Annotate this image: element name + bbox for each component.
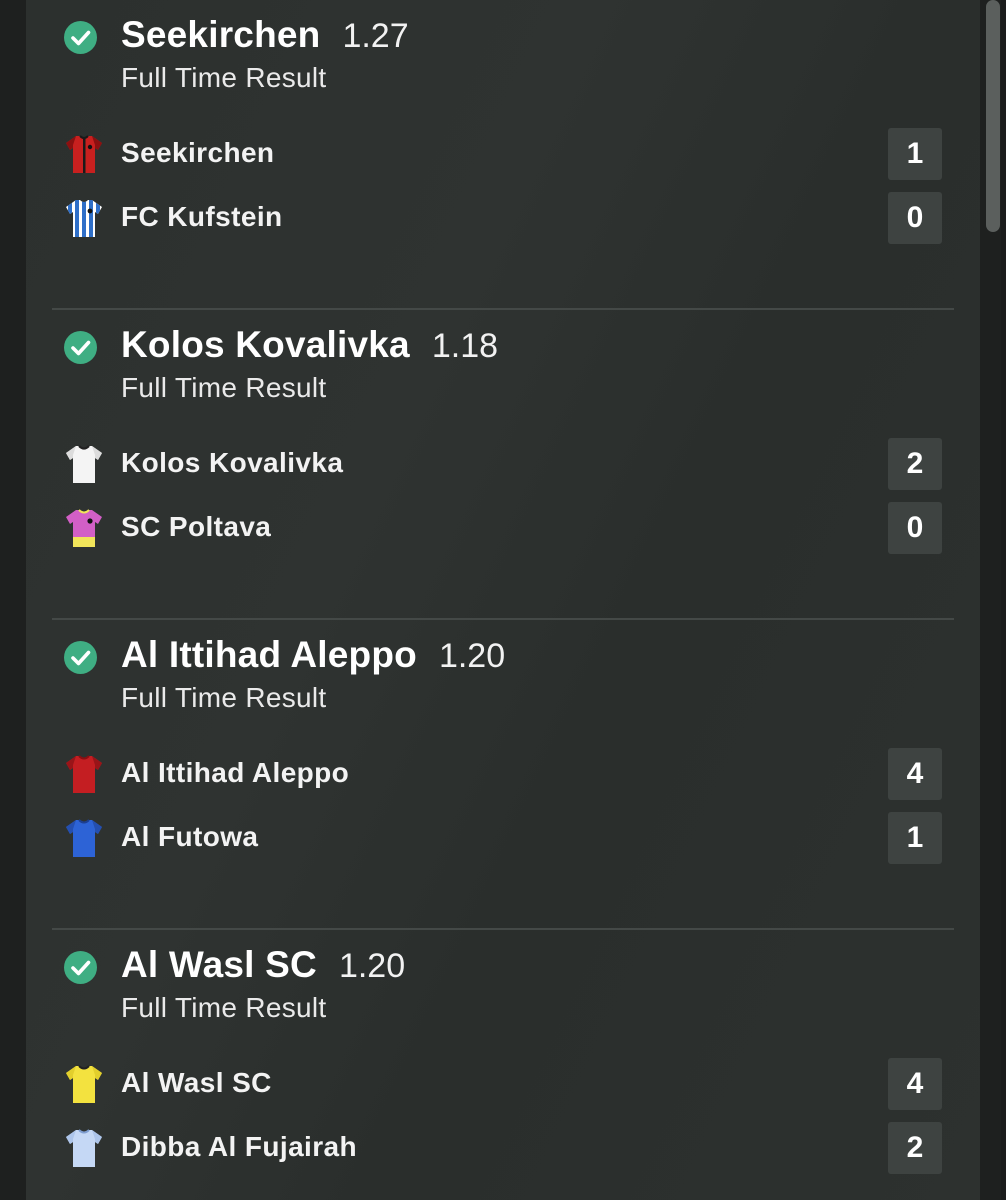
market-name: Full Time Result: [121, 682, 327, 713]
bet-card[interactable]: Al Wasl SC 1.20 Full Time Result Al Wasl …: [26, 930, 980, 1200]
pink-yellow-jersey-icon: [66, 509, 102, 547]
team-row-home: Seekirchen 1: [26, 128, 980, 180]
bet-card[interactable]: Al Ittihad Aleppo 1.20 Full Time Result A…: [26, 620, 980, 930]
scroll-track: [1001, 0, 1006, 1200]
red-jersey-icon: [66, 755, 102, 793]
team-row-away: SC Poltava 0: [26, 502, 980, 554]
selection-line: Kolos Kovalivka 1.18: [121, 324, 498, 366]
bet-card[interactable]: Seekirchen 1.27 Full Time Result Seekirch…: [26, 0, 980, 310]
selection-odds: 1.20: [338, 947, 406, 985]
team-name: Al Ittihad Aleppo: [121, 757, 350, 788]
red-black-jersey-icon: [66, 135, 102, 173]
selection-line: Al Ittihad Aleppo 1.20: [121, 634, 505, 676]
selection-name: Seekirchen: [121, 14, 321, 55]
selection-line: Al Wasl SC 1.20: [121, 944, 405, 986]
team-name: SC Poltava: [121, 511, 272, 542]
market-name: Full Time Result: [121, 62, 327, 93]
blue-jersey-icon: [66, 819, 102, 857]
check-circle-icon: [64, 641, 97, 674]
selection-odds: 1.18: [431, 327, 499, 365]
score-box: 1: [888, 812, 942, 864]
market-name: Full Time Result: [121, 372, 327, 403]
bet-history-page: Seekirchen 1.27 Full Time Result Seekirch…: [0, 0, 1006, 1200]
bet-card[interactable]: Kolos Kovalivka 1.18 Full Time Result Kol…: [26, 310, 980, 620]
check-circle-icon: [64, 331, 97, 364]
settled-bets-list[interactable]: Seekirchen 1.27 Full Time Result Seekirch…: [26, 0, 980, 1200]
team-row-away: Dibba Al Fujairah 2: [26, 1122, 980, 1174]
white-jersey-icon: [66, 445, 102, 483]
team-name: Kolos Kovalivka: [121, 447, 344, 478]
score-box: 1: [888, 128, 942, 180]
check-circle-icon: [64, 21, 97, 54]
market-name: Full Time Result: [121, 992, 327, 1023]
selection-name: Kolos Kovalivka: [121, 324, 410, 365]
team-name: Al Wasl SC: [121, 1067, 272, 1098]
team-name: FC Kufstein: [121, 201, 283, 232]
score-box: 2: [888, 1122, 942, 1174]
team-row-away: Al Futowa 1: [26, 812, 980, 864]
team-row-home: Al Ittihad Aleppo 4: [26, 748, 980, 800]
scrollbar-thumb[interactable]: [986, 0, 1000, 232]
team-name: Al Futowa: [121, 821, 259, 852]
check-circle-icon: [64, 951, 97, 984]
blue-white-striped-jersey-icon: [66, 200, 102, 237]
selection-line: Seekirchen 1.27: [121, 14, 409, 56]
score-box: 2: [888, 438, 942, 490]
score-box: 0: [888, 192, 942, 244]
team-name: Seekirchen: [121, 137, 275, 168]
score-box: 0: [888, 502, 942, 554]
score-box: 4: [888, 748, 942, 800]
team-row-home: Kolos Kovalivka 2: [26, 438, 980, 490]
yellow-jersey-icon: [66, 1065, 102, 1103]
light-blue-jersey-icon: [66, 1129, 102, 1167]
team-name: Dibba Al Fujairah: [121, 1131, 358, 1162]
selection-name: Al Ittihad Aleppo: [121, 634, 417, 675]
team-row-home: Al Wasl SC 4: [26, 1058, 980, 1110]
score-box: 4: [888, 1058, 942, 1110]
selection-odds: 1.27: [342, 17, 409, 55]
selection-name: Al Wasl SC: [121, 944, 317, 985]
selection-odds: 1.20: [438, 637, 506, 675]
team-row-away: FC Kufstein 0: [26, 192, 980, 244]
